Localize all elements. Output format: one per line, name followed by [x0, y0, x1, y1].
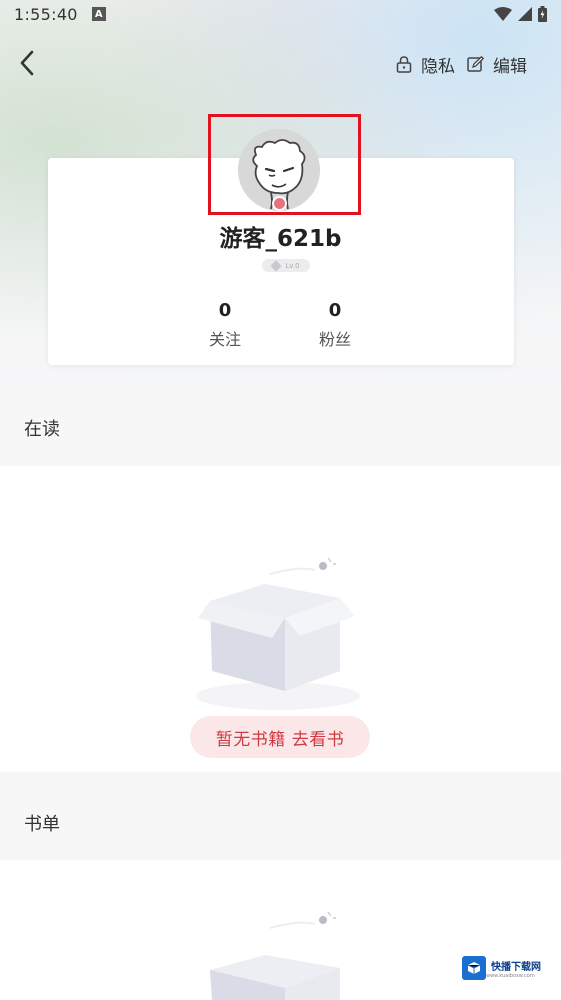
- fans-count: 0: [328, 300, 342, 321]
- following-label: 关注: [208, 330, 241, 349]
- empty-box-icon: [196, 557, 360, 710]
- privacy-button[interactable]: 隐私: [396, 52, 455, 77]
- following-stat[interactable]: 0 关注: [185, 300, 265, 350]
- status-time: 1:55:40: [14, 4, 78, 24]
- edit-button[interactable]: 编辑: [467, 52, 527, 77]
- notification-icon: A: [91, 7, 106, 21]
- go-read-button[interactable]: 暂无书籍 去看书: [190, 716, 370, 758]
- diamond-icon: [270, 259, 283, 272]
- edit-label: 编辑: [493, 57, 527, 77]
- top-nav: 隐私 编辑: [0, 44, 561, 84]
- level-text: Lv.0: [285, 261, 300, 270]
- wifi-icon: [494, 7, 512, 21]
- site-watermark: 快播下载网 www.kuaiboxw.com: [462, 952, 552, 984]
- nav-actions: 隐私 编辑: [396, 52, 527, 77]
- watermark-subtext: www.kuaiboxw.com: [486, 972, 535, 979]
- chevron-left-icon: [20, 50, 34, 76]
- avatar-highlight-box: [208, 114, 361, 215]
- privacy-label: 隐私: [421, 57, 455, 77]
- fans-stat[interactable]: 0 粉丝: [295, 300, 375, 350]
- booklist-section-title: 书单: [24, 814, 60, 835]
- following-count: 0: [218, 300, 232, 321]
- status-icons: [494, 6, 547, 22]
- edit-icon: [467, 56, 484, 73]
- watermark-text: 快播下载网: [491, 961, 541, 973]
- level-badge[interactable]: Lv.0: [262, 259, 310, 272]
- watermark-logo-icon: [462, 956, 486, 980]
- signal-icon: [518, 7, 532, 21]
- username: 游客_621b: [219, 226, 342, 252]
- back-button[interactable]: [12, 48, 42, 78]
- lock-icon: [396, 56, 412, 73]
- reading-section-title: 在读: [24, 419, 60, 440]
- status-bar: 1:55:40 A: [0, 0, 561, 28]
- battery-icon: [538, 6, 547, 22]
- fans-label: 粉丝: [318, 330, 351, 349]
